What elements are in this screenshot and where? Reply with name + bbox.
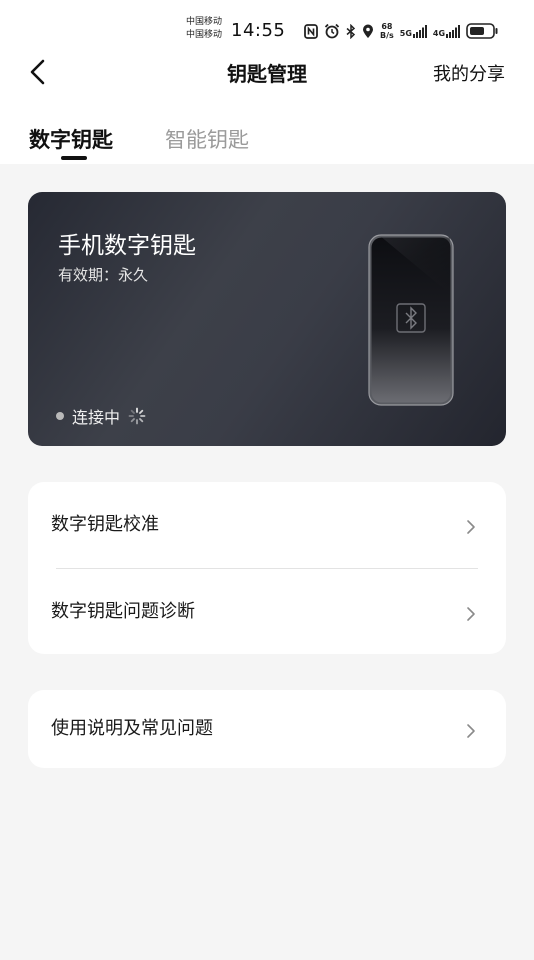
divider bbox=[56, 568, 478, 569]
signal-icon bbox=[446, 24, 461, 38]
status-time: 14:55 bbox=[231, 20, 286, 41]
my-share-button[interactable]: 我的分享 bbox=[433, 60, 505, 86]
key-settings-list: 数字钥匙校准 数字钥匙问题诊断 bbox=[28, 482, 506, 654]
alarm-icon bbox=[324, 23, 340, 39]
carrier-labels: 中国移动 中国移动 bbox=[186, 16, 222, 42]
loading-spinner-icon bbox=[128, 407, 146, 425]
sim2-signal: 4G bbox=[432, 24, 461, 38]
card-title: 手机数字钥匙 bbox=[58, 233, 196, 259]
digital-key-calibration-item[interactable]: 数字钥匙校准 bbox=[28, 486, 506, 564]
bluetooth-icon bbox=[346, 23, 356, 39]
instructions-faq-item[interactable]: 使用说明及常见问题 bbox=[28, 690, 506, 768]
phone-key-card[interactable]: 手机数字钥匙 有效期：永久 连接中 bbox=[28, 192, 506, 446]
connection-status-label: 连接中 bbox=[72, 408, 121, 427]
tab-digital-key[interactable]: 数字钥匙 bbox=[29, 124, 113, 154]
sim2-gen: 4G bbox=[432, 28, 446, 38]
help-list: 使用说明及常见问题 bbox=[28, 690, 506, 768]
digital-key-diagnosis-item[interactable]: 数字钥匙问题诊断 bbox=[28, 573, 506, 651]
net-speed: 68 B/s bbox=[380, 22, 394, 40]
sim1-signal: 5G bbox=[399, 24, 427, 38]
chevron-right-icon bbox=[467, 724, 475, 738]
tab-smart-key[interactable]: 智能钥匙 bbox=[165, 124, 249, 154]
status-dot bbox=[56, 412, 64, 420]
tab-indicator bbox=[61, 156, 87, 160]
carrier-1: 中国移动 bbox=[186, 17, 223, 27]
nfc-icon bbox=[304, 23, 318, 39]
chevron-right-icon bbox=[467, 607, 475, 621]
location-icon bbox=[363, 24, 373, 38]
list-item-label: 使用说明及常见问题 bbox=[51, 718, 213, 739]
signal-icon bbox=[412, 24, 427, 38]
chevron-right-icon bbox=[467, 520, 475, 534]
status-icons: 68 B/s 5G 4G bbox=[304, 20, 498, 42]
carrier-2: 中国移动 bbox=[186, 30, 223, 40]
phone-illustration bbox=[368, 234, 454, 406]
list-item-label: 数字钥匙校准 bbox=[51, 514, 159, 535]
connection-status: 连接中 bbox=[56, 404, 146, 428]
list-item-label: 数字钥匙问题诊断 bbox=[51, 601, 195, 622]
sim1-gen: 5G bbox=[399, 28, 412, 38]
card-validity: 有效期：永久 bbox=[58, 266, 149, 284]
battery-icon bbox=[466, 23, 498, 39]
status-bar: 中国移动 中国移动 14:55 68 B/s 5G 4G bbox=[0, 0, 534, 48]
